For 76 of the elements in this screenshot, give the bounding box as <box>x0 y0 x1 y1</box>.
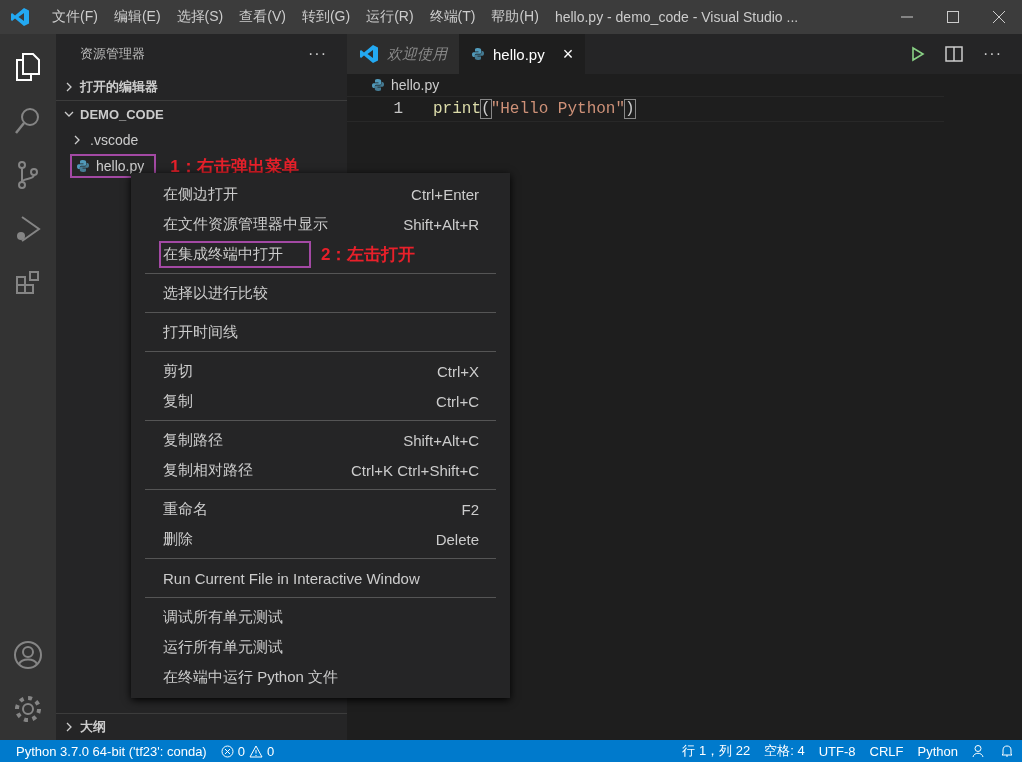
status-item[interactable]: CRLF <box>869 743 904 759</box>
menu-item[interactable]: 选择(S) <box>168 8 232 26</box>
menu-item[interactable]: 在侧边打开 <box>163 184 238 204</box>
status-item[interactable]: UTF-8 <box>818 743 856 759</box>
close-tab-button[interactable]: × <box>562 43 574 65</box>
chevron-down-icon <box>64 109 74 119</box>
shortcut-label: Ctrl+C <box>436 392 479 410</box>
breadcrumb[interactable]: hello.py <box>391 77 440 93</box>
run-icon[interactable] <box>911 46 925 62</box>
close-icon <box>992 10 1006 24</box>
shortcut-label: Shift+Alt+R <box>403 215 479 233</box>
folder-item[interactable]: .vscode <box>86 130 149 150</box>
menu-item[interactable]: 复制相对路径 <box>163 460 253 480</box>
menu-item[interactable]: 编辑(E) <box>105 8 169 26</box>
menu-item[interactable]: 复制路径 <box>163 430 223 450</box>
account-icon[interactable] <box>13 640 43 670</box>
warning-icon <box>248 744 263 758</box>
logo-icon <box>10 7 30 27</box>
status-item[interactable]: 空格: 4 <box>764 742 805 760</box>
section-header[interactable]: DEMO_CODE <box>56 100 347 127</box>
menu-item[interactable]: 在集成终端中打开 <box>161 242 309 266</box>
status-item[interactable]: 行 1，列 22 <box>682 742 751 760</box>
run-debug-icon[interactable] <box>14 214 42 244</box>
error-icon <box>220 744 234 758</box>
menu-item[interactable]: 在终端中运行 Python 文件 <box>163 667 339 687</box>
shortcut-label: Ctrl+Enter <box>411 185 479 203</box>
shortcut-label: F2 <box>461 500 479 518</box>
menu-item[interactable]: 删除 <box>163 529 193 549</box>
editor-tab[interactable]: 欢迎使用 <box>347 34 459 74</box>
sidebar-title: 资源管理器 <box>80 45 145 63</box>
search-icon[interactable] <box>14 106 42 136</box>
menu-item[interactable]: 选择以进行比较 <box>163 283 268 303</box>
shortcut-label: Ctrl+X <box>436 362 479 380</box>
bell-icon[interactable] <box>1000 744 1014 758</box>
menu-item[interactable]: 重命名 <box>163 499 208 519</box>
menu-item[interactable]: 调试所有单元测试 <box>163 607 283 627</box>
files-icon[interactable] <box>14 52 42 82</box>
settings-icon[interactable] <box>13 694 43 724</box>
shortcut-label: Ctrl+K Ctrl+Shift+C <box>351 461 479 479</box>
interpreter-status[interactable]: Python 3.7.0 64-bit ('tf23': conda) <box>16 743 207 759</box>
split-editor-icon[interactable] <box>945 46 963 62</box>
annotation-text: 2：左击打开 <box>321 243 416 266</box>
menu-item[interactable]: 打开时间线 <box>163 322 238 342</box>
menu-item[interactable]: 剪切 <box>163 361 193 381</box>
maximize-icon <box>946 10 960 24</box>
shortcut-label: Delete <box>435 530 479 548</box>
menu-item[interactable]: 在文件资源管理器中显示 <box>163 214 328 234</box>
menu-item[interactable]: 运行(R) <box>358 8 422 26</box>
menu-item[interactable]: 文件(F) <box>44 8 106 26</box>
python-icon <box>471 47 485 61</box>
menu-item[interactable]: 查看(V) <box>231 8 294 26</box>
menu-item[interactable]: 转到(G) <box>293 8 359 26</box>
chevron-right-icon <box>72 135 82 145</box>
window-title: hello.py - demo_code - Visual Studio ... <box>554 9 800 25</box>
chevron-right-icon <box>64 82 74 92</box>
problems-status[interactable]: 0 0 <box>220 743 275 759</box>
feedback-icon[interactable] <box>972 744 986 758</box>
editor-tab[interactable]: hello.py × <box>459 34 586 74</box>
python-icon <box>76 159 90 173</box>
menu-item[interactable]: 帮助(H) <box>483 8 547 26</box>
status-item[interactable]: Python <box>917 743 958 759</box>
file-item[interactable]: hello.py <box>72 156 155 176</box>
chevron-right-icon <box>64 722 74 732</box>
shortcut-label: Shift+Alt+C <box>403 431 479 449</box>
annotation-text: 1：右击弹出菜单 <box>170 155 299 178</box>
menu-item[interactable]: Run Current File in Interactive Window <box>163 569 420 587</box>
logo-icon <box>359 44 379 64</box>
line-number: 1 <box>392 100 404 118</box>
menu-item[interactable]: 复制 <box>163 391 193 411</box>
python-icon <box>371 78 385 92</box>
menu-item[interactable]: 终端(T) <box>421 8 484 26</box>
code-line: print("Hello Python") <box>433 100 635 118</box>
more-actions-button[interactable]: ··· <box>308 45 327 63</box>
menu-item[interactable]: 运行所有单元测试 <box>163 637 283 657</box>
section-header[interactable]: 打开的编辑器 <box>56 74 347 100</box>
more-actions-button[interactable]: ··· <box>983 45 1002 63</box>
